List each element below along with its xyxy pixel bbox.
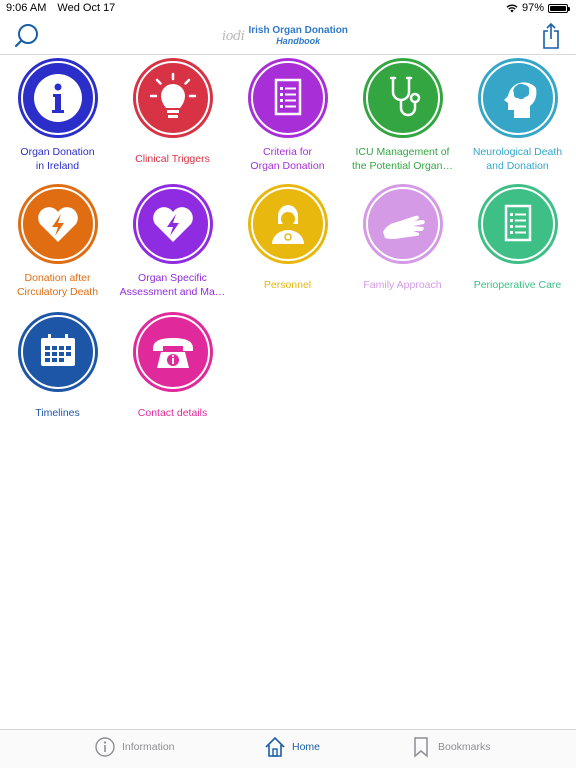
tile-label: Clinical Triggers [135,153,210,165]
tile-family-approach[interactable]: Family Approach [345,184,460,300]
heart-lightning-icon [17,184,98,264]
tile-donation-after-circulatory-death[interactable]: Donation after Circulatory Death [0,184,115,300]
info-icon [17,58,98,138]
tab-label: Bookmarks [438,741,491,753]
stethoscope-icon [362,58,443,138]
tile-label: ICU Management of the Potential Organ… [352,146,453,172]
tile-label: Neurological Death and Donation [472,146,563,172]
checklist-icon [477,184,558,264]
wifi-icon [506,4,518,12]
tile-label: Criteria for Organ Donation [250,146,325,172]
tab-label: Information [122,741,175,753]
heart-lightning-icon [132,184,213,264]
tab-bar: Information Home Bookmarks [0,729,576,768]
tile-icu-management[interactable]: ICU Management of the Potential Organ… [345,58,460,174]
status-bar: 9:06 AM Wed Oct 17 97% [0,0,576,18]
tab-home[interactable]: Home [264,736,320,758]
home-icon [265,736,285,757]
logo-mark: iodi [222,28,245,44]
doctor-icon [247,184,328,264]
tile-organ-specific-assessment[interactable]: Organ Specific Assessment and Ma… [115,184,230,300]
navigation-bar: iodi Irish Organ Donation Handbook [0,18,576,55]
bookmark-icon [414,737,428,758]
tile-timelines[interactable]: Timelines [0,312,115,428]
tile-contact-details[interactable]: Contact details [115,312,230,428]
tile-organ-donation-in-ireland[interactable]: Organ Donation in Ireland [0,58,115,174]
status-date: Wed Oct 17 [57,2,116,14]
tile-label: Personnel [263,279,312,291]
app-logo: iodi Irish Organ Donation Handbook [222,23,348,49]
tile-label: Organ Specific Assessment and Ma… [119,272,226,298]
tab-label: Home [292,741,321,753]
tile-label: Perioperative Care [473,279,562,291]
phone-info-icon [132,312,213,392]
tile-label: Donation after Circulatory Death [16,272,99,298]
logo-title-line1: Irish Organ Donation [248,25,348,36]
tile-criteria-for-organ-donation[interactable]: Criteria for Organ Donation [230,58,345,174]
tile-label: Organ Donation in Ireland [20,146,95,172]
hand-icon [362,184,443,264]
calendar-icon [17,312,98,392]
lightbulb-icon [132,58,213,138]
tab-information[interactable]: Information [94,736,175,758]
battery-percent: 97% [521,2,544,14]
tile-neurological-death[interactable]: Neurological Death and Donation [460,58,575,174]
tile-label: Timelines [35,407,80,419]
info-circle-icon [95,737,115,757]
battery-icon [548,3,570,13]
tile-label: Family Approach [363,279,442,291]
tile-perioperative-care[interactable]: Perioperative Care [460,184,575,300]
logo-title-line2: Handbook [276,36,321,46]
head-brain-icon [477,58,558,138]
search-icon[interactable] [14,22,40,50]
tile-personnel[interactable]: Personnel [230,184,345,300]
tile-label: Contact details [137,407,208,419]
share-icon[interactable] [540,22,562,50]
tile-clinical-triggers[interactable]: Clinical Triggers [115,58,230,174]
status-time: 9:06 AM [6,2,47,14]
document-icon [247,58,328,138]
tab-bookmarks[interactable]: Bookmarks [410,736,491,758]
